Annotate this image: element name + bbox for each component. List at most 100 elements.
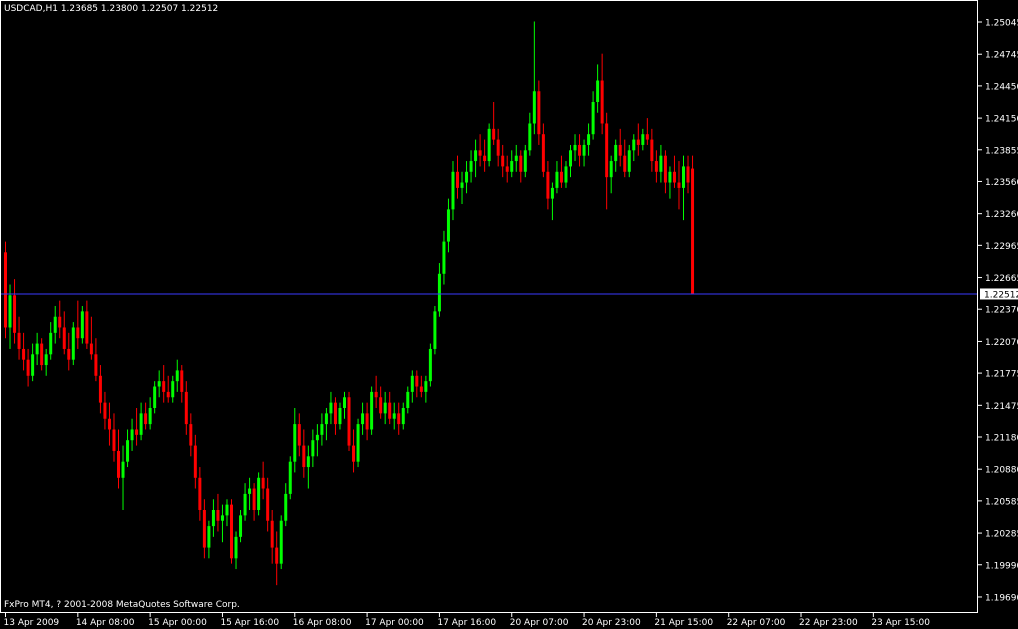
candle-body: [433, 311, 437, 349]
candle-body: [216, 510, 220, 521]
candle-body: [654, 161, 658, 172]
candle: [356, 418, 360, 468]
candle-body: [324, 413, 328, 425]
candle-body: [442, 241, 446, 274]
x-tick-label: 15 Apr 16:00: [220, 618, 279, 628]
candle-body: [487, 128, 491, 162]
candle-body: [550, 187, 554, 199]
candle-body: [672, 171, 676, 183]
candle-body: [279, 520, 283, 564]
candle-body: [627, 150, 631, 172]
candle-body: [67, 348, 71, 360]
candle-body: [4, 252, 7, 328]
candle-body: [460, 182, 464, 188]
candle-body: [148, 408, 152, 425]
candle: [433, 306, 437, 355]
y-tick-label: 1.22965: [985, 242, 1018, 252]
candle-body: [478, 150, 482, 156]
candle-body: [370, 391, 374, 430]
candle-body: [587, 134, 591, 145]
candle-body: [578, 144, 582, 156]
candle: [230, 499, 233, 564]
candle-body: [202, 510, 206, 548]
candle-body: [193, 445, 197, 478]
y-tick-label: 1.22070: [985, 338, 1018, 348]
price-chart[interactable]: 1.25045 1.24745 1.24450 1.24150 1.23855 1.235…: [0, 0, 1018, 629]
candle-body: [103, 402, 107, 419]
x-tick-label: 16 Apr 08:00: [293, 618, 352, 628]
candle-body: [365, 413, 369, 430]
candle-body: [668, 171, 672, 183]
x-tick-label: 22 Apr 07:00: [727, 618, 786, 628]
candle-body: [297, 424, 301, 446]
candle-body: [569, 150, 572, 167]
y-tick-label: 1.23260: [985, 210, 1018, 220]
candle-body: [415, 375, 419, 387]
candle-body: [623, 155, 627, 172]
candle-body: [677, 182, 681, 188]
y-tick-label: 1.24745: [985, 51, 1018, 61]
candle-body: [483, 155, 487, 162]
candle-body: [564, 166, 568, 183]
candle-body: [537, 91, 541, 135]
candle-body: [121, 461, 125, 478]
candle-body: [284, 493, 288, 521]
candle-body: [401, 408, 405, 425]
candle-body: [392, 413, 396, 419]
candle-body: [230, 504, 233, 559]
x-tick-label: 20 Apr 23:00: [582, 618, 641, 628]
y-tick-label: 1.19990: [985, 561, 1018, 571]
candle-body: [320, 424, 324, 435]
candle-body: [85, 311, 89, 344]
candle-body: [49, 332, 53, 355]
candle-body: [456, 171, 459, 188]
candle-body: [505, 166, 509, 172]
candle-body: [424, 381, 428, 392]
candle-body: [40, 343, 44, 366]
candle-body: [180, 370, 184, 392]
candle-body: [650, 139, 654, 162]
candle-body: [528, 123, 532, 151]
candle-body: [207, 526, 211, 548]
candle-body: [17, 332, 21, 349]
candle-body: [243, 493, 247, 516]
y-tick-label: 1.21775: [985, 370, 1018, 380]
y-tick-label: 1.24450: [985, 82, 1018, 92]
candle-body: [546, 171, 550, 199]
candle-body: [76, 327, 80, 339]
candle-body: [686, 166, 690, 183]
candle-body: [541, 134, 545, 172]
candle-body: [26, 359, 30, 376]
candle-body: [162, 381, 166, 392]
candle-body: [596, 80, 600, 102]
candle-body: [302, 445, 306, 468]
candle-body: [261, 477, 265, 489]
candle-body: [582, 144, 586, 156]
candle-body: [153, 386, 157, 408]
candle-body: [410, 375, 414, 392]
candle-body: [343, 397, 346, 408]
candle-body: [347, 397, 351, 446]
x-tick-label: 23 Apr 15:00: [871, 618, 930, 628]
x-tick-label: 21 Apr 15:00: [654, 618, 713, 628]
candle-body: [62, 327, 66, 349]
candle-body: [428, 348, 432, 382]
candle-body: [691, 168, 695, 295]
candle-body: [446, 209, 450, 242]
candle-body: [492, 128, 496, 140]
candle-body: [532, 91, 536, 124]
current-price-label: 1.22512: [984, 290, 1018, 300]
candle-body: [636, 139, 640, 145]
candle-body: [220, 515, 224, 521]
candle-body: [44, 354, 48, 366]
candle-body: [293, 424, 297, 462]
candle-body: [53, 316, 57, 333]
y-tick-label: 1.19690: [985, 593, 1018, 603]
candle-body: [144, 413, 148, 425]
candle-body: [496, 139, 500, 156]
candle-body: [514, 155, 518, 162]
candle-body: [270, 520, 274, 548]
candle-body: [559, 171, 563, 183]
candle-body: [329, 402, 333, 414]
candle-body: [171, 381, 175, 398]
